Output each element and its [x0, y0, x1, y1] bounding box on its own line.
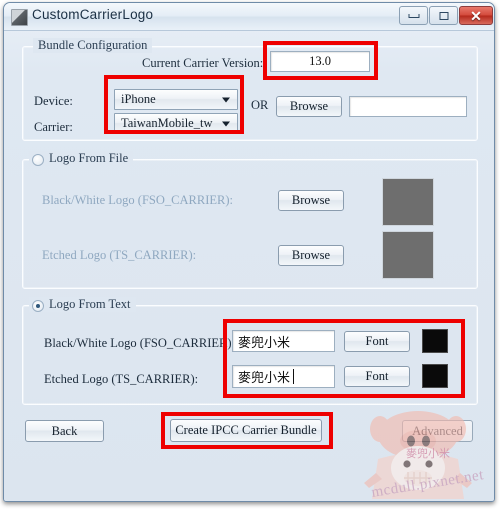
current-carrier-version-label: Current Carrier Version: [142, 56, 264, 70]
maximize-icon [439, 11, 448, 20]
text-bw-logo-input[interactable]: 麥兜小米 [232, 330, 335, 352]
text-bw-logo-label: Black/White Logo (FSO_CARRIER): [44, 336, 235, 350]
carrier-dropdown-value: TaiwanMobile_tw [121, 116, 213, 130]
minimize-button[interactable] [399, 6, 428, 25]
file-etched-browse-button[interactable]: Browse [278, 245, 344, 266]
radio-selected-icon [32, 300, 44, 312]
close-button[interactable]: ✕ [459, 6, 493, 25]
bundle-browse-button[interactable]: Browse [276, 96, 342, 117]
logo-from-file-title: Logo From File [49, 151, 129, 165]
device-label: Device: [34, 94, 73, 108]
close-icon: ✕ [470, 7, 482, 24]
text-bw-font-button[interactable]: Font [344, 331, 410, 352]
window-title: CustomCarrierLogo [32, 7, 154, 22]
watermark-url: mcdull.pixnet.net [369, 467, 485, 501]
minimize-icon [408, 13, 419, 18]
bundle-configuration-title: Bundle Configuration [33, 38, 153, 53]
back-button[interactable]: Back [25, 420, 104, 442]
file-bw-logo-preview [382, 178, 434, 226]
device-dropdown[interactable]: iPhone [114, 89, 238, 110]
text-etched-logo-label: Etched Logo (TS_CARRIER): [44, 372, 199, 386]
text-bw-color-swatch[interactable] [422, 329, 448, 353]
file-etched-logo-preview [382, 231, 434, 279]
file-bw-browse-button[interactable]: Browse [278, 190, 344, 211]
or-label: OR [251, 98, 269, 112]
create-ipcc-carrier-bundle-button[interactable]: Create IPCC Carrier Bundle [170, 419, 322, 442]
text-cursor [293, 369, 294, 384]
bundle-path-input[interactable] [349, 96, 467, 117]
radio-unselected-icon [32, 154, 44, 166]
chevron-down-icon [222, 97, 230, 102]
logo-from-file-radio[interactable]: Logo From File [29, 151, 134, 166]
file-etched-logo-label: Etched Logo (TS_CARRIER): [42, 248, 197, 262]
carrier-version-input[interactable]: 13.0 [270, 51, 370, 72]
text-etched-color-swatch[interactable] [422, 364, 448, 388]
maximize-button[interactable] [429, 6, 458, 25]
title-bar: CustomCarrierLogo ✕ [4, 3, 494, 31]
logo-from-text-radio[interactable]: Logo From Text [29, 297, 136, 312]
chevron-down-icon [222, 121, 230, 126]
device-dropdown-value: iPhone [121, 92, 156, 106]
logo-from-text-title: Logo From Text [49, 297, 131, 311]
application-window: CustomCarrierLogo ✕ Bundle Configuration… [3, 2, 495, 502]
file-bw-logo-label: Black/White Logo (FSO_CARRIER): [42, 193, 233, 207]
carrier-label: Carrier: [34, 120, 73, 134]
carrier-dropdown[interactable]: TaiwanMobile_tw [114, 113, 238, 134]
watermark-caption: 麥兜小米 [406, 447, 450, 460]
text-etched-logo-input[interactable]: 麥兜小米 [232, 365, 335, 388]
text-etched-font-button[interactable]: Font [344, 366, 410, 387]
app-logo-icon [11, 9, 28, 26]
advanced-button[interactable]: Advanced [402, 420, 473, 442]
logo-from-text-group: Logo From Text [22, 297, 478, 405]
